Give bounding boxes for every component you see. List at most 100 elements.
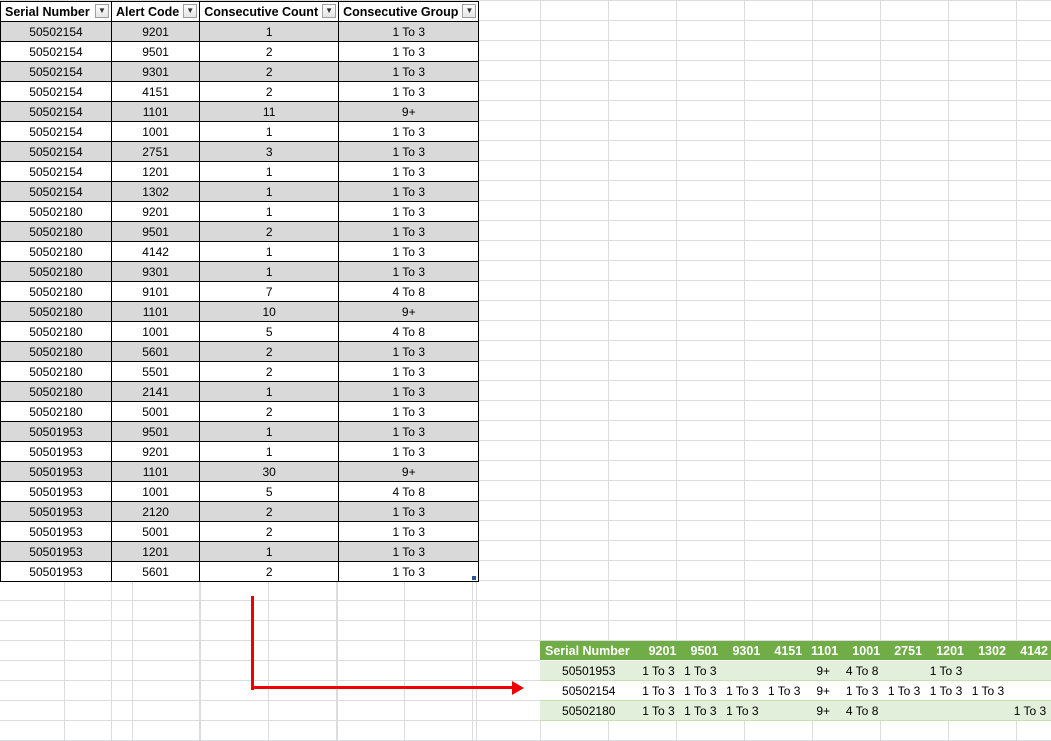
pivot-cell[interactable]: 1 To 3 (637, 700, 680, 721)
table-cell[interactable]: 1201 (110, 541, 201, 562)
table-cell[interactable]: 1 To 3 (338, 201, 480, 222)
table-cell[interactable]: 2120 (110, 501, 201, 522)
table-cell[interactable]: 50502180 (0, 321, 112, 342)
table-cell[interactable]: 1 (199, 261, 340, 282)
pivot-cell[interactable] (1008, 680, 1051, 701)
chevron-down-icon[interactable]: ▼ (462, 4, 477, 18)
table-cell[interactable]: 50501953 (0, 441, 112, 462)
table-cell[interactable]: 1 To 3 (338, 181, 480, 202)
table-resize-handle[interactable] (472, 576, 476, 580)
table-cell[interactable]: 1 To 3 (338, 561, 480, 582)
table-cell[interactable]: 1001 (110, 121, 201, 142)
table-cell[interactable]: 50502154 (0, 121, 112, 142)
table-cell[interactable]: 1 (199, 241, 340, 262)
table-cell[interactable]: 1 (199, 381, 340, 402)
pivot-cell[interactable]: 9+ (805, 660, 842, 681)
table-cell[interactable]: 1 To 3 (338, 381, 480, 402)
pivot-cell[interactable] (966, 660, 1009, 681)
table-cell[interactable]: 50502180 (0, 381, 112, 402)
table-cell[interactable]: 50501953 (0, 421, 112, 442)
table-cell[interactable]: 1 (199, 421, 340, 442)
pivot-cell[interactable]: 1 To 3 (679, 680, 722, 701)
pivot-cell[interactable]: 1 To 3 (721, 700, 764, 721)
pivot-cell[interactable]: 1 To 3 (1008, 700, 1051, 721)
chevron-down-icon[interactable]: ▼ (95, 4, 109, 18)
pivot-cell[interactable]: 1 To 3 (925, 680, 967, 701)
pivot-cell[interactable]: 50502154 (540, 680, 638, 701)
table-cell[interactable]: 50502154 (0, 21, 112, 42)
pivot-cell[interactable] (763, 660, 806, 681)
pivot-header-cell[interactable]: 9301 (721, 641, 764, 661)
pivot-cell[interactable]: 50502180 (540, 700, 638, 721)
table-cell[interactable]: 2 (199, 41, 340, 62)
table-cell[interactable]: 1 To 3 (338, 421, 480, 442)
pivot-cell[interactable]: 1 To 3 (679, 700, 722, 721)
table-cell[interactable]: 2 (199, 81, 340, 102)
table-cell[interactable]: 1 To 3 (338, 521, 480, 542)
table-cell[interactable]: 1 To 3 (338, 81, 480, 102)
table-cell[interactable]: 5501 (110, 361, 201, 382)
table-cell[interactable]: 30 (199, 461, 340, 482)
table-cell[interactable]: 50502180 (0, 221, 112, 242)
table-cell[interactable]: 3 (199, 141, 340, 162)
pivot-cell[interactable]: 1 To 3 (841, 680, 884, 701)
table-cell[interactable]: 1 To 3 (338, 361, 480, 382)
table-cell[interactable]: 1 To 3 (338, 141, 480, 162)
table-cell[interactable]: 2 (199, 521, 340, 542)
table-cell[interactable]: 9+ (338, 101, 480, 122)
table-cell[interactable]: 5 (199, 321, 340, 342)
table-cell[interactable]: 1 To 3 (338, 341, 480, 362)
table-cell[interactable]: 9501 (110, 421, 201, 442)
pivot-cell[interactable]: 9+ (805, 680, 842, 701)
table-cell[interactable]: 1 (199, 181, 340, 202)
table-cell[interactable]: 1 To 3 (338, 41, 480, 62)
table-cell[interactable]: 2 (199, 561, 340, 582)
pivot-cell[interactable]: 1 To 3 (966, 680, 1009, 701)
table-cell[interactable]: 4 To 8 (338, 321, 480, 342)
pivot-cell[interactable]: 9+ (805, 700, 842, 721)
table-cell[interactable]: 2 (199, 221, 340, 242)
table-cell[interactable]: 9201 (110, 21, 201, 42)
table-cell[interactable]: 50502180 (0, 401, 112, 422)
table-cell[interactable]: 4142 (110, 241, 201, 262)
table-cell[interactable]: 50502154 (0, 141, 112, 162)
table-cell[interactable]: 4 To 8 (338, 281, 480, 302)
table-cell[interactable]: 50502180 (0, 261, 112, 282)
table-cell[interactable]: 1 To 3 (338, 21, 480, 42)
table-cell[interactable]: 2141 (110, 381, 201, 402)
pivot-header-cell[interactable]: 1001 (841, 641, 884, 661)
table-cell[interactable]: 4151 (110, 81, 201, 102)
table-cell[interactable]: 1 To 3 (338, 241, 480, 262)
table-cell[interactable]: 50502180 (0, 241, 112, 262)
table-cell[interactable]: 2 (199, 61, 340, 82)
pivot-cell[interactable]: 50501953 (540, 660, 638, 681)
table-cell[interactable]: 1 To 3 (338, 61, 480, 82)
pivot-cell[interactable]: 1 To 3 (637, 680, 680, 701)
table-cell[interactable]: 5 (199, 481, 340, 502)
pivot-header-cell[interactable]: 9501 (679, 641, 722, 661)
table-cell[interactable]: 50501953 (0, 501, 112, 522)
pivot-cell[interactable] (883, 700, 926, 721)
pivot-cell[interactable] (883, 660, 926, 681)
table-cell[interactable]: 50502154 (0, 161, 112, 182)
table-cell[interactable]: 50502154 (0, 81, 112, 102)
pivot-cell[interactable]: 1 To 3 (925, 660, 967, 681)
pivot-header-cell[interactable]: 4142 (1008, 641, 1051, 661)
table-cell[interactable]: 1 To 3 (338, 121, 480, 142)
table-cell[interactable]: 1 (199, 441, 340, 462)
table-cell[interactable]: 1001 (110, 481, 201, 502)
table-cell[interactable]: 50502180 (0, 301, 112, 322)
table-cell[interactable]: 1 To 3 (338, 221, 480, 242)
table-cell[interactable]: 9301 (110, 61, 201, 82)
table-cell[interactable]: 50502154 (0, 61, 112, 82)
table-cell[interactable]: 10 (199, 301, 340, 322)
table-cell[interactable]: 1 (199, 541, 340, 562)
table-cell[interactable]: 2 (199, 501, 340, 522)
pivot-header-cell[interactable]: 4151 (763, 641, 806, 661)
table-cell[interactable]: 50502180 (0, 361, 112, 382)
table-cell[interactable]: 50501953 (0, 481, 112, 502)
table-cell[interactable]: 1 (199, 161, 340, 182)
table-cell[interactable]: 9501 (110, 41, 201, 62)
table-cell[interactable]: 50502154 (0, 41, 112, 62)
table-cell[interactable]: 50502180 (0, 281, 112, 302)
